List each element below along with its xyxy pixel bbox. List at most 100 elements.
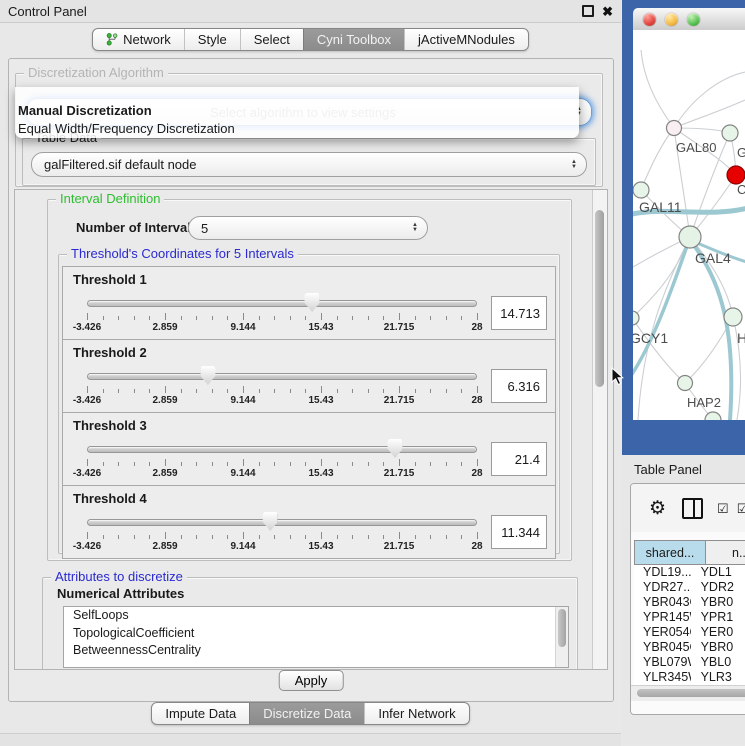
- table-cell[interactable]: YBL0: [691, 655, 745, 670]
- label-gal80: GAL80: [676, 140, 716, 155]
- table-cell[interactable]: YDR27...: [634, 580, 691, 595]
- tab-style[interactable]: Style: [184, 29, 240, 50]
- column-header-name[interactable]: n...: [706, 540, 745, 565]
- table-row[interactable]: YDR27...YDR2: [634, 580, 745, 595]
- table-row[interactable]: YBR043CYBR0: [634, 595, 745, 610]
- network-window-titlebar[interactable]: [633, 8, 745, 31]
- tab-infer-network-label: Infer Network: [378, 706, 455, 721]
- tab-jactivemnodules[interactable]: jActiveMNodules: [404, 29, 528, 50]
- table-header-row: shared... n...: [634, 540, 745, 565]
- column-header-shared[interactable]: shared...: [634, 540, 706, 565]
- attribute-item[interactable]: TopologicalCoefficient: [64, 625, 568, 643]
- table-cell[interactable]: YBR043C: [634, 595, 691, 610]
- slider-thumb[interactable]: [263, 512, 278, 531]
- tab-infer-network[interactable]: Infer Network: [364, 703, 468, 724]
- slider-track[interactable]: [87, 519, 477, 526]
- table-cell[interactable]: YDL1: [691, 565, 745, 580]
- node-gal80[interactable]: [667, 121, 682, 136]
- attribute-item[interactable]: BetweennessCentrality: [64, 642, 568, 660]
- network-canvas[interactable]: GAL80 GA C GAL11 GAL4 GCY1 H HAP2: [633, 30, 745, 420]
- node-partial-right[interactable]: [722, 125, 738, 141]
- slider-thumb[interactable]: [388, 439, 403, 458]
- attribute-item[interactable]: SelfLoops: [64, 607, 568, 625]
- gear-icon[interactable]: ⚙: [649, 499, 666, 518]
- mac-minimize-button[interactable]: [665, 13, 678, 26]
- slider-track[interactable]: [87, 446, 477, 453]
- split-panes-icon[interactable]: [682, 498, 703, 519]
- node-gal11[interactable]: [633, 182, 649, 198]
- slider-thumb[interactable]: [200, 366, 215, 385]
- checkbox-icon[interactable]: ☑: [737, 502, 745, 515]
- table-row[interactable]: YPR145WYPR1: [634, 610, 745, 625]
- threshold-1-label: Threshold 1: [73, 272, 147, 287]
- threshold-4-value-field[interactable]: 11.344: [491, 515, 547, 549]
- label-h: H: [737, 330, 745, 346]
- popup-item-equal-width-frequency[interactable]: Equal Width/Frequency Discretization: [15, 120, 579, 138]
- table-cell[interactable]: YLR345W: [634, 670, 691, 685]
- settings-vertical-scrollbar[interactable]: [592, 190, 607, 669]
- apply-button[interactable]: Apply: [279, 670, 344, 691]
- table-cell[interactable]: YBR0: [691, 640, 745, 655]
- tab-style-label: Style: [198, 32, 227, 47]
- close-icon[interactable]: ✖: [602, 5, 613, 18]
- table-cell[interactable]: YPR145W: [634, 610, 691, 625]
- table-horizontal-scrollbar[interactable]: [631, 685, 745, 701]
- table-cell[interactable]: YPR1: [691, 610, 745, 625]
- tab-impute-data[interactable]: Impute Data: [152, 703, 249, 724]
- table-row[interactable]: YDL19...YDL1: [634, 565, 745, 580]
- slider-ticks: [87, 532, 477, 540]
- threshold-3-value-field[interactable]: 21.4: [491, 442, 547, 476]
- tab-discretize-data[interactable]: Discretize Data: [249, 703, 364, 724]
- float-window-icon[interactable]: [582, 5, 594, 17]
- table-cell[interactable]: YBR0: [691, 595, 745, 610]
- tab-select[interactable]: Select: [240, 29, 303, 50]
- mac-zoom-button[interactable]: [687, 13, 700, 26]
- table-row[interactable]: YER054CYER0: [634, 625, 745, 640]
- table-cell[interactable]: YDR2: [691, 580, 745, 595]
- table-cell[interactable]: YER0: [691, 625, 745, 640]
- table-data-group: Table Data galFiltered.sif default node …: [22, 138, 596, 186]
- threshold-3-slider[interactable]: -3.4262.8599.14415.4321.71528: [87, 437, 477, 481]
- threshold-1-slider[interactable]: -3.4262.8599.14415.4321.71528: [87, 291, 477, 335]
- threshold-2-slider[interactable]: -3.4262.8599.14415.4321.71528: [87, 364, 477, 408]
- number-of-intervals-combobox[interactable]: 5 ▲▼: [188, 216, 428, 240]
- tab-discretize-data-label: Discretize Data: [263, 706, 351, 721]
- table-row[interactable]: YLR345WYLR3: [634, 670, 745, 685]
- threshold-1-value-field[interactable]: 14.713: [491, 296, 547, 330]
- node-hap2[interactable]: [678, 376, 693, 391]
- slider-track[interactable]: [87, 300, 477, 307]
- table-cell[interactable]: YBL079W: [634, 655, 691, 670]
- table-cell[interactable]: YBR045C: [634, 640, 691, 655]
- node-h[interactable]: [724, 308, 742, 326]
- table-cell[interactable]: YLR3: [691, 670, 745, 685]
- threshold-2-value-field[interactable]: 6.316: [491, 369, 547, 403]
- scrollbar-thumb[interactable]: [595, 210, 604, 387]
- tab-network[interactable]: Network: [93, 29, 184, 50]
- discretization-algorithm-group-title: Discretization Algorithm: [24, 65, 168, 80]
- node-gal4[interactable]: [679, 226, 701, 248]
- attributes-list-scrollbar[interactable]: [555, 607, 568, 667]
- slider-track[interactable]: [87, 373, 477, 380]
- tab-impute-data-label: Impute Data: [165, 706, 236, 721]
- checkbox-icon[interactable]: ☑: [717, 502, 729, 515]
- tab-cyni-toolbox[interactable]: Cyni Toolbox: [303, 29, 404, 50]
- label-gcy1: GCY1: [633, 330, 668, 346]
- node-gcy1[interactable]: [633, 311, 639, 325]
- mac-close-button[interactable]: [643, 13, 656, 26]
- table-cell[interactable]: YDL19...: [634, 565, 691, 580]
- table-row[interactable]: YBR045CYBR0: [634, 640, 745, 655]
- threshold-panel-1: Threshold 1 -3.4262.8599.14415.4321.7152…: [62, 266, 556, 340]
- slider-thumb[interactable]: [305, 293, 320, 312]
- table-data-combobox[interactable]: galFiltered.sif default node ▲▼: [31, 152, 587, 177]
- table-cell[interactable]: YER054C: [634, 625, 691, 640]
- table-row[interactable]: YBL079WYBL0: [634, 655, 745, 670]
- threshold-panel-3: Threshold 3 -3.4262.8599.14415.4321.7152…: [62, 412, 556, 486]
- threshold-4-slider[interactable]: -3.4262.8599.14415.4321.71528: [87, 510, 477, 554]
- scrollbar-thumb[interactable]: [637, 689, 745, 697]
- interval-definition-group: Interval Definition Number of Intervals …: [47, 199, 572, 561]
- popup-item-manual-discretization[interactable]: Manual Discretization: [15, 102, 579, 120]
- table-body[interactable]: YDL19...YDL1YDR27...YDR2YBR043CYBR0YPR14…: [634, 565, 745, 686]
- scrollbar-thumb[interactable]: [558, 609, 566, 647]
- numerical-attributes-list[interactable]: SelfLoopsTopologicalCoefficientBetweenne…: [63, 606, 569, 668]
- network-nodes[interactable]: [633, 121, 745, 421]
